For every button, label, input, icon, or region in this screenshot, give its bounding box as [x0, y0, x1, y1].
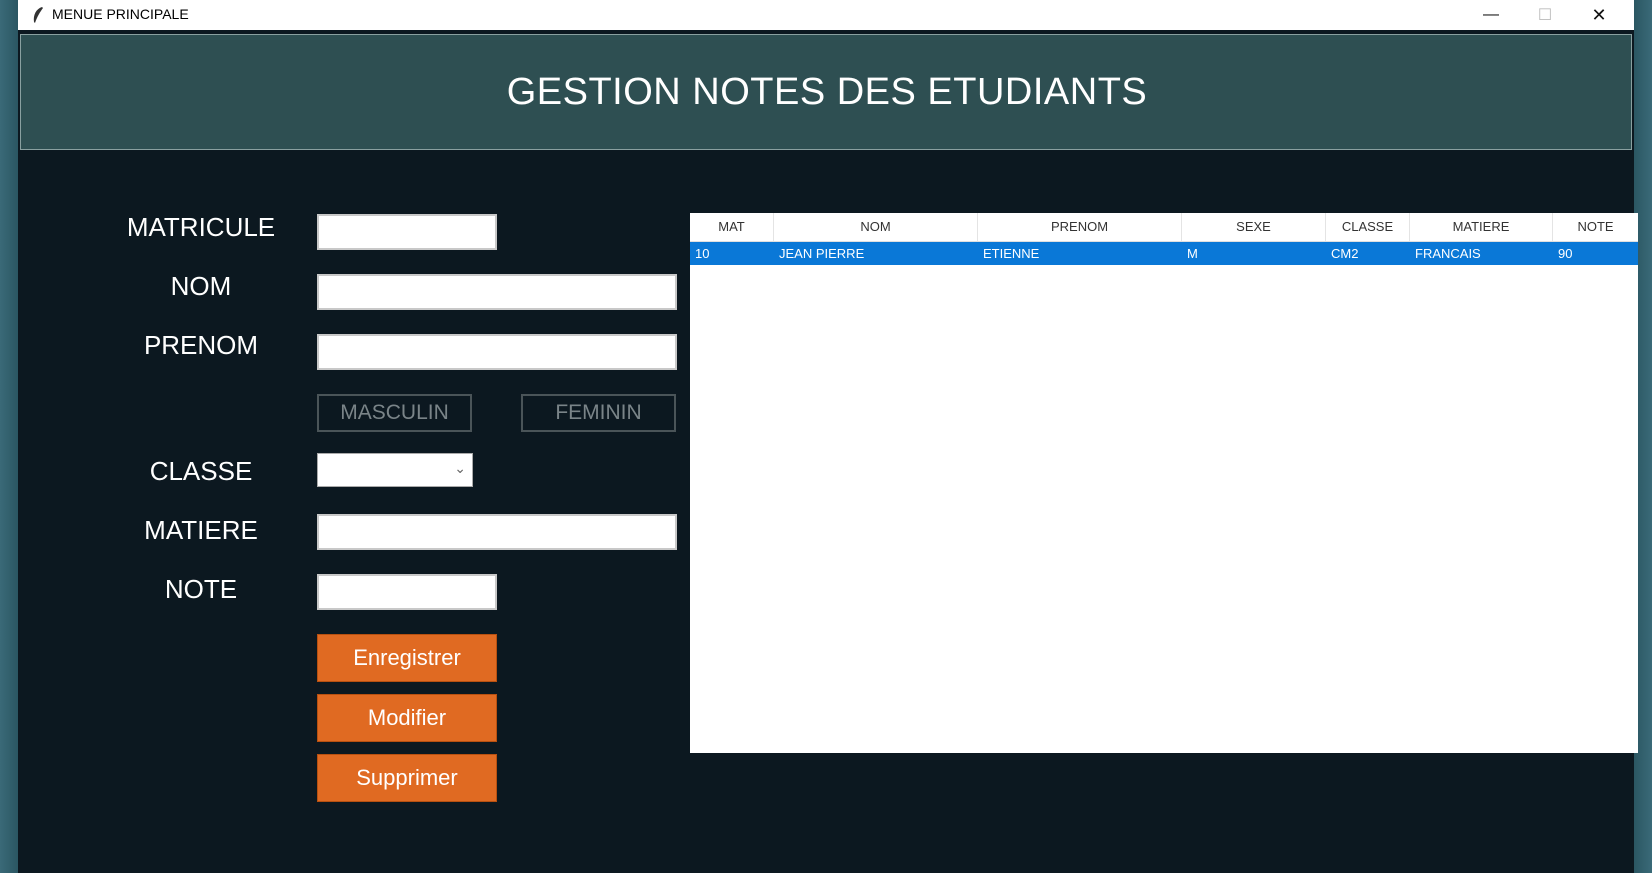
table-cell-nom: JEAN PIERRE — [779, 246, 865, 261]
table-cell-prenom: ETIENNE — [983, 246, 1040, 261]
prenom-label: PRENOM — [143, 330, 259, 360]
table-cell-mat: 10 — [695, 246, 710, 261]
column-header-note[interactable]: NOTE — [1553, 213, 1638, 241]
modify-button[interactable]: Modifier — [317, 694, 497, 742]
table-cell-sexe: M — [1187, 246, 1198, 261]
feather-icon — [33, 7, 43, 23]
table-cell-classe: CM2 — [1331, 246, 1359, 261]
minimize-button[interactable]: — — [1464, 0, 1518, 30]
header-banner: GESTION NOTES DES ETUDIANTS — [20, 34, 1632, 150]
matricule-label: MATRICULE — [126, 212, 276, 242]
column-header-nom[interactable]: NOM — [774, 213, 978, 241]
matiere-input[interactable] — [317, 514, 677, 550]
prenom-input[interactable] — [317, 334, 677, 370]
note-input[interactable] — [317, 574, 497, 610]
title-bar: MENUE PRINCIPALE — ☐ ✕ — [18, 0, 1634, 30]
table-cell-note: 90 — [1558, 246, 1573, 261]
save-button[interactable]: Enregistrer — [317, 634, 497, 682]
column-header-prenom[interactable]: PRENOM — [978, 213, 1182, 241]
classe-select[interactable]: ⌄ — [317, 453, 473, 487]
close-button[interactable]: ✕ — [1572, 0, 1626, 30]
matricule-input[interactable] — [317, 214, 497, 250]
table-cell-matiere: FRANCAIS — [1415, 246, 1481, 261]
page-title: GESTION NOTES DES ETUDIANTS — [506, 71, 1148, 113]
maximize-button[interactable]: ☐ — [1518, 0, 1572, 30]
column-header-sexe[interactable]: SEXE — [1182, 213, 1326, 241]
masculin-radio[interactable]: MASCULIN — [317, 394, 472, 432]
table-row[interactable]: 10 JEAN PIERRE ETIENNE M CM2 FRANCAIS 90 — [690, 242, 1638, 265]
column-header-matiere[interactable]: MATIERE — [1410, 213, 1553, 241]
main-window: MENUE PRINCIPALE — ☐ ✕ GESTION NOTES DES… — [18, 0, 1638, 873]
nom-label: NOM — [170, 271, 232, 301]
classe-label: CLASSE — [149, 456, 253, 486]
note-label: NOTE — [164, 574, 238, 604]
nom-input[interactable] — [317, 274, 677, 310]
column-header-mat[interactable]: MAT — [690, 213, 774, 241]
feminin-radio[interactable]: FEMININ — [521, 394, 676, 432]
column-header-classe[interactable]: CLASSE — [1326, 213, 1410, 241]
delete-button[interactable]: Supprimer — [317, 754, 497, 802]
chevron-down-icon: ⌄ — [454, 460, 466, 476]
table-header: MAT NOM PRENOM SEXE CLASSE MATIERE NOTE — [690, 213, 1638, 242]
window-title: MENUE PRINCIPALE — [52, 6, 189, 22]
students-table[interactable]: MAT NOM PRENOM SEXE CLASSE MATIERE NOTE … — [690, 213, 1638, 753]
matiere-label: MATIERE — [144, 515, 258, 545]
